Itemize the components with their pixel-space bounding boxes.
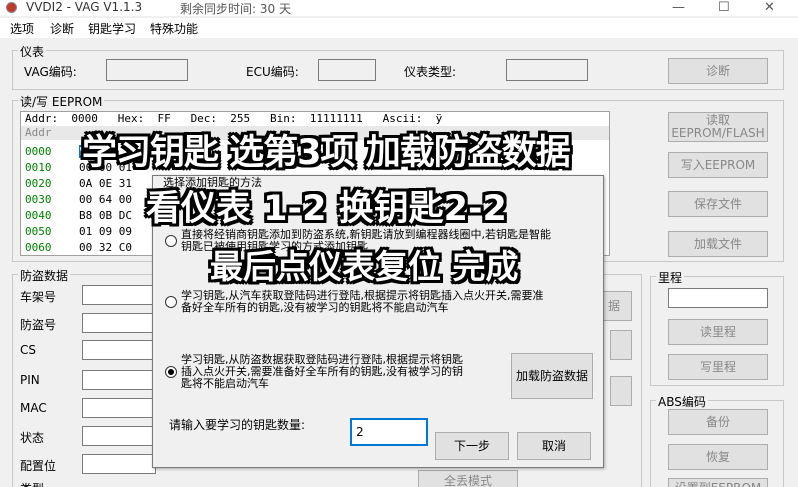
- menu-diagnose[interactable]: 诊断: [50, 20, 74, 37]
- app-icon: [6, 2, 17, 13]
- vin-label: 车架号: [20, 290, 57, 304]
- option2-text[interactable]: 学习钥匙,从汽车获取登陆码进行登陆,根据提示将钥匙插入点火开关,需要准 备好全车…: [181, 290, 544, 314]
- config-label: 配置位: [20, 459, 57, 473]
- immo-data-group-label: 防盗数据: [18, 267, 71, 284]
- hex-addr-header: Addr: [25, 126, 52, 139]
- write-mileage-button[interactable]: 写里程: [668, 354, 768, 380]
- vin-field[interactable]: [82, 285, 156, 305]
- config-field[interactable]: [82, 454, 156, 474]
- hex-addr: 0010: [25, 161, 52, 174]
- immo-side-button-2[interactable]: [610, 330, 632, 360]
- hex-data-row: 00 32 C0: [79, 241, 132, 254]
- write-eeprom-button[interactable]: 写入EEPROM: [668, 152, 768, 178]
- hex-data-row: 0A 0E 31: [79, 177, 132, 190]
- vag-code-label: VAG编码:: [24, 65, 77, 79]
- cs-label: CS: [20, 343, 36, 357]
- hex-addr: 0050: [25, 225, 52, 238]
- instrument-group-label: 仪表: [18, 43, 47, 60]
- key-count-value: 2: [356, 425, 364, 439]
- diagnose-button[interactable]: 诊断: [668, 58, 768, 84]
- key-count-input[interactable]: 2: [350, 418, 428, 446]
- sync-remaining: 剩余同步时间: 30 天: [180, 2, 291, 16]
- overlay-caption-2: 看仪表 1-2 换钥匙2-2: [146, 189, 507, 229]
- instrument-type-label: 仪表类型:: [404, 65, 457, 79]
- hex-data-row: 00 64 00: [79, 193, 132, 206]
- instrument-type-field[interactable]: [506, 59, 588, 81]
- abs-set-button[interactable]: 设置到EEPROM: [668, 478, 768, 487]
- pin-label: PIN: [20, 373, 40, 387]
- mileage-group-label: 里程: [656, 269, 685, 286]
- maximize-icon[interactable]: ☐: [718, 0, 730, 15]
- eeprom-group-label: 读/写 EEPROM: [18, 93, 105, 110]
- all-keys-lost-button[interactable]: 全丢模式: [418, 470, 518, 487]
- hex-addr: 0000: [25, 145, 52, 158]
- ecu-code-field[interactable]: [318, 59, 376, 81]
- menu-bar: 选项 诊断 钥匙学习 特殊功能: [0, 18, 798, 38]
- next-button[interactable]: 下一步: [435, 432, 509, 460]
- menu-special[interactable]: 特殊功能: [150, 20, 198, 37]
- type-label: 类型: [20, 480, 44, 487]
- vag-code-field[interactable]: [106, 59, 188, 81]
- hex-addr: 0020: [25, 177, 52, 190]
- close-icon[interactable]: ✕: [764, 0, 775, 15]
- status-field[interactable]: [82, 426, 156, 446]
- read-eeprom-button[interactable]: 读取 EEPROM/FLASH: [668, 112, 768, 142]
- hex-data-row: B8 0B DC: [79, 209, 132, 222]
- cs-field[interactable]: [82, 340, 156, 360]
- option1-radio[interactable]: [165, 235, 177, 247]
- status-label: 状态: [20, 431, 45, 445]
- ecu-code-label: ECU编码:: [246, 65, 299, 79]
- immo-id-label: 防盗号: [20, 318, 57, 332]
- cancel-button[interactable]: 取消: [517, 432, 591, 460]
- overlay-caption-1: 学习钥匙 选第3项 加载防盗数据: [82, 133, 571, 173]
- mac-label: MAC: [20, 401, 47, 415]
- overlay-caption-3: 最后点仪表复位 完成: [210, 247, 519, 286]
- title-bar: VVDI2 - VAG V1.1.3 剩余同步时间: 30 天 — ☐ ✕: [0, 0, 798, 16]
- read-mileage-button[interactable]: 读里程: [668, 319, 768, 345]
- save-file-button[interactable]: 保存文件: [668, 191, 768, 217]
- load-file-button[interactable]: 加载文件: [668, 231, 768, 257]
- hex-addr: 0030: [25, 193, 52, 206]
- option3-text[interactable]: 学习钥匙,从防盗数据获取登陆码进行登陆,根据提示将钥匙 插入点火开关,需要准备好…: [181, 354, 463, 390]
- window-title: VVDI2 - VAG V1.1.3: [26, 0, 143, 14]
- minimize-icon[interactable]: —: [672, 0, 685, 15]
- abs-backup-button[interactable]: 备份: [668, 409, 768, 435]
- hex-addr: 0060: [25, 241, 52, 254]
- key-count-label: 请输入要学习的钥匙数量:: [169, 418, 306, 432]
- hex-addr: 0040: [25, 209, 52, 222]
- menu-key-learn[interactable]: 钥匙学习: [88, 20, 136, 37]
- menu-options[interactable]: 选项: [10, 20, 34, 37]
- hex-data-row: 01 09 09: [79, 225, 132, 238]
- option3-radio[interactable]: [165, 366, 177, 378]
- abs-group-label: ABS编码: [656, 393, 708, 410]
- option2-radio[interactable]: [165, 296, 177, 308]
- pin-field[interactable]: [82, 370, 156, 390]
- immo-id-field[interactable]: [82, 313, 156, 333]
- load-immo-data-button[interactable]: 加载防盗数据: [511, 353, 593, 399]
- abs-restore-button[interactable]: 恢复: [668, 444, 768, 470]
- immo-side-button-3[interactable]: [610, 376, 632, 406]
- mileage-field[interactable]: [668, 288, 768, 308]
- mac-field[interactable]: [82, 398, 156, 418]
